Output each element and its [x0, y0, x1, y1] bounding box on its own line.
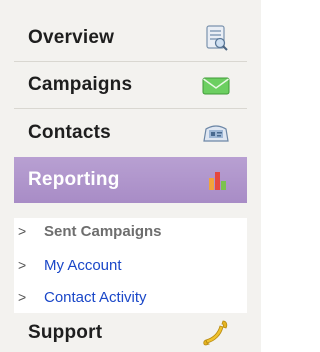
sidebar-nav: Overview Campaigns Contacts Reporting > … — [0, 0, 261, 352]
nav-item-label: Reporting — [28, 169, 120, 190]
submenu-item-label: My Account — [44, 256, 122, 274]
nav-item-support[interactable]: Support — [14, 314, 247, 352]
chevron-right-icon: > — [18, 289, 27, 305]
nav-item-contacts[interactable]: Contacts — [14, 109, 247, 156]
envelope-icon — [202, 77, 230, 95]
submenu-item-contact-activity[interactable]: > Contact Activity — [14, 284, 247, 310]
address-card-icon — [203, 124, 229, 142]
chevron-right-icon: > — [18, 223, 27, 239]
submenu-item-sent-campaigns[interactable]: > Sent Campaigns — [14, 218, 247, 244]
reporting-submenu: > Sent Campaigns > My Account > Contact … — [14, 218, 247, 313]
submenu-item-label: Contact Activity — [44, 288, 147, 306]
nav-item-label: Overview — [28, 26, 115, 48]
nav-item-label: Contacts — [28, 121, 111, 143]
nav-item-reporting[interactable]: Reporting — [14, 157, 247, 203]
chevron-right-icon: > — [18, 257, 27, 273]
overview-document-icon — [206, 24, 228, 51]
bar-chart-icon — [209, 172, 226, 190]
submenu-item-label: Sent Campaigns — [44, 222, 162, 240]
phone-handset-icon — [203, 320, 228, 346]
nav-item-label: Campaigns — [28, 74, 133, 95]
nav-item-overview[interactable]: Overview — [14, 14, 247, 61]
nav-item-label: Support — [28, 322, 103, 343]
nav-item-campaigns[interactable]: Campaigns — [14, 62, 247, 108]
submenu-item-my-account[interactable]: > My Account — [14, 252, 247, 278]
